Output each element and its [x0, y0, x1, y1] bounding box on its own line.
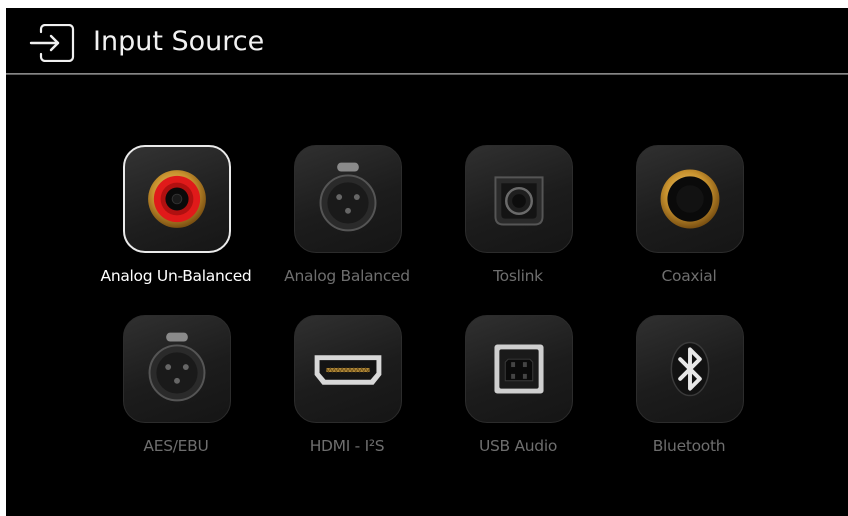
- bluetooth-icon: [670, 341, 710, 397]
- source-tile-analog-unbalanced[interactable]: [123, 145, 231, 253]
- source-tile-analog-balanced[interactable]: [294, 145, 402, 253]
- source-tile-hdmi-i2s[interactable]: [294, 315, 402, 423]
- page-title: Input Source: [93, 26, 265, 57]
- source-tile-toslink[interactable]: [465, 145, 573, 253]
- xlr-icon: [148, 332, 206, 402]
- source-tile-aes-ebu[interactable]: [123, 315, 231, 423]
- hdmi-icon: [314, 355, 382, 385]
- source-label: AES/EBU: [143, 437, 209, 455]
- source-label: HDMI - I²S: [309, 437, 385, 455]
- header-divider: [6, 73, 848, 75]
- rca-icon: [148, 170, 206, 228]
- source-tile-usb-audio[interactable]: [465, 315, 573, 423]
- source-tile-coaxial[interactable]: [636, 145, 744, 253]
- source-label: Bluetooth: [652, 437, 726, 455]
- xlr-icon: [319, 162, 377, 232]
- source-label: Toslink: [493, 267, 543, 285]
- source-label: Analog Balanced: [284, 267, 410, 285]
- source-tile-bluetooth[interactable]: [636, 315, 744, 423]
- input-source-icon: [29, 24, 75, 62]
- optical-icon: [494, 176, 544, 226]
- header: Input Source: [6, 8, 848, 75]
- source-label: Coaxial: [661, 267, 717, 285]
- usb-b-icon: [494, 344, 544, 394]
- source-label: Analog Un-Balanced: [100, 267, 252, 285]
- coaxial-icon: [660, 169, 720, 229]
- input-source-screen: Input Source Analog Un-Balanced Analog B…: [6, 8, 848, 516]
- source-label: USB Audio: [478, 437, 558, 455]
